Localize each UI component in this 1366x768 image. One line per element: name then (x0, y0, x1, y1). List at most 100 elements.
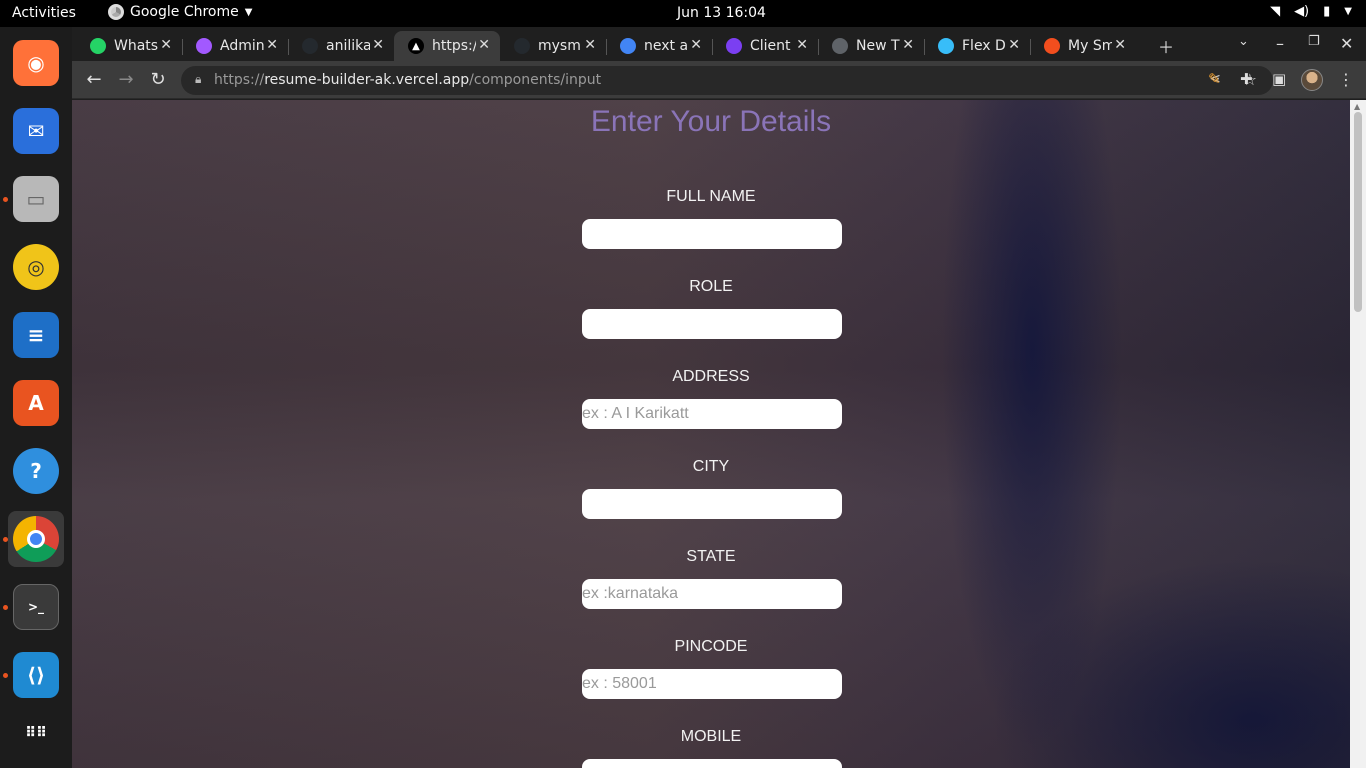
tab-close-icon[interactable]: ✕ (796, 37, 808, 53)
tab-favicon-icon (196, 38, 212, 54)
dock-item-thunderbird[interactable]: ✉ (8, 103, 64, 159)
full-name-input[interactable] (582, 219, 842, 249)
dock-item-rhythmbox[interactable]: ◎ (8, 239, 64, 295)
dock-item-firefox[interactable]: ◉ (8, 35, 64, 91)
volume-icon: ◀) (1294, 4, 1310, 19)
tab-close-icon[interactable]: ✕ (1008, 37, 1020, 53)
profile-avatar[interactable] (1301, 69, 1323, 91)
running-indicator (3, 673, 8, 678)
back-icon[interactable]: ← (82, 69, 106, 90)
dock-item-vscode[interactable]: ⟨⟩ (8, 647, 64, 703)
tab-close-icon[interactable]: ✕ (372, 37, 384, 53)
page-title: Enter Your Details (590, 105, 832, 138)
tab-title: Admin (220, 38, 264, 54)
tab-close-icon[interactable]: ✕ (478, 37, 490, 53)
app-center-icon: A (13, 380, 59, 426)
role-input[interactable] (582, 309, 842, 339)
tab-close-icon[interactable]: ✕ (584, 37, 596, 53)
browser-tab[interactable]: Whats ✕ (76, 31, 182, 61)
tab-favicon-icon (514, 38, 530, 54)
terminal-icon: >_ (13, 584, 59, 630)
city-input[interactable] (582, 489, 842, 519)
tab-close-icon[interactable]: ✕ (690, 37, 702, 53)
side-panel-icon[interactable]: ▣ (1272, 70, 1286, 88)
tab-title: Client (750, 38, 791, 54)
browser-tab[interactable]: anilika ✕ (288, 31, 394, 61)
address-bar[interactable]: 🔒︎ https://resume-builder-ak.vercel.app/… (181, 66, 1273, 95)
tab-close-icon[interactable]: ✕ (266, 37, 278, 53)
tab-close-icon[interactable]: ✕ (902, 37, 914, 53)
running-indicator (3, 537, 8, 542)
browser-tab[interactable]: mysm ✕ (500, 31, 606, 61)
dock-item-files[interactable]: ▭ (8, 171, 64, 227)
app-menu-button[interactable]: Google Chrome ▼ (108, 4, 252, 20)
browser-tab[interactable]: Client ✕ (712, 31, 818, 61)
extensions-puzzle-icon[interactable]: ✚ (1240, 70, 1253, 88)
browser-tab[interactable]: next a ✕ (606, 31, 712, 61)
tab-separator (182, 39, 183, 55)
mobile-input[interactable] (582, 759, 842, 768)
address-input[interactable] (582, 399, 842, 429)
system-tray[interactable]: ◥ ◀) ▮ ▼ (1270, 4, 1352, 19)
tab-close-icon[interactable]: ✕ (1114, 37, 1126, 53)
tab-favicon-icon (90, 38, 106, 54)
vscode-icon: ⟨⟩ (13, 652, 59, 698)
scrollbar-thumb[interactable] (1354, 112, 1362, 312)
tab-separator (1030, 39, 1031, 55)
pincode-input[interactable] (582, 669, 842, 699)
role-label: ROLE (689, 278, 733, 295)
new-tab-button[interactable]: ＋ (1158, 34, 1174, 58)
dock-item-show-apps[interactable]: ⠿⠿ (8, 705, 64, 761)
clock[interactable]: Jun 13 16:04 (677, 5, 766, 21)
minimize-icon[interactable]: – (1276, 34, 1284, 53)
tab-title: My Sm (1068, 38, 1112, 54)
url-text[interactable]: https://resume-builder-ak.vercel.app/com… (214, 72, 601, 88)
kebab-menu-icon[interactable]: ⋮ (1338, 70, 1354, 89)
dock-item-libreoffice-writer[interactable]: ≡ (8, 307, 64, 363)
browser-tab[interactable]: ▲ https:/✕ (394, 31, 500, 61)
scroll-up-arrow-icon[interactable]: ▲ (1354, 102, 1360, 111)
dock: ◉ ✉ ▭ ◎ ≡ A? >_ ⟨⟩ ⠿⠿ (0, 27, 72, 768)
lock-icon[interactable]: 🔒︎ (195, 72, 201, 87)
tab-favicon-icon (832, 38, 848, 54)
tab-separator (288, 39, 289, 55)
browser-tab[interactable]: New T ✕ (818, 31, 924, 61)
activities-button[interactable]: Activities (12, 5, 76, 21)
forward-icon[interactable]: → (114, 69, 138, 90)
close-window-icon[interactable]: ✕ (1340, 34, 1353, 53)
tab-title: Whats (114, 38, 158, 54)
browser-tab[interactable]: Flex D ✕ (924, 31, 1030, 61)
show-apps-icon: ⠿⠿ (25, 725, 47, 741)
dock-item-terminal[interactable]: >_ (8, 579, 64, 635)
color-picker-extension-icon[interactable]: ✎ (1208, 70, 1221, 88)
dock-item-help[interactable]: ? (8, 443, 64, 499)
browser-toolbar: ← → ↻ 🔒︎ https://resume-builder-ak.verce… (72, 61, 1366, 99)
tab-title: New T (856, 38, 900, 54)
city-label: CITY (692, 458, 730, 475)
libreoffice-writer-icon: ≡ (13, 312, 59, 358)
state-input[interactable] (582, 579, 842, 609)
tab-separator (924, 39, 925, 55)
tab-close-icon[interactable]: ✕ (160, 37, 172, 53)
restore-icon[interactable]: ❐ (1308, 34, 1320, 49)
firefox-icon: ◉ (13, 40, 59, 86)
power-menu-icon: ▼ (1344, 6, 1352, 17)
page-scrollbar[interactable]: ▲ (1350, 100, 1366, 768)
dock-item-app-center[interactable]: A (8, 375, 64, 431)
reload-icon[interactable]: ↻ (146, 69, 170, 90)
browser-tab[interactable]: My Sm ✕ (1030, 31, 1136, 61)
files-icon: ▭ (13, 176, 59, 222)
chevron-down-icon: ▼ (244, 6, 253, 18)
tab-title: https:/ (432, 38, 476, 54)
rhythmbox-icon: ◎ (13, 244, 59, 290)
running-indicator (3, 197, 8, 202)
tab-separator (712, 39, 713, 55)
dock-item-chrome[interactable] (8, 511, 64, 567)
tab-favicon-icon (1044, 38, 1060, 54)
tab-favicon-icon (302, 38, 318, 54)
tab-search-icon[interactable]: ⌄ (1238, 34, 1249, 49)
browser-tab[interactable]: Admin ✕ (182, 31, 288, 61)
address-label: ADDRESS (672, 368, 750, 385)
tab-title: anilika (326, 38, 370, 54)
tab-title: Flex D (962, 38, 1006, 54)
